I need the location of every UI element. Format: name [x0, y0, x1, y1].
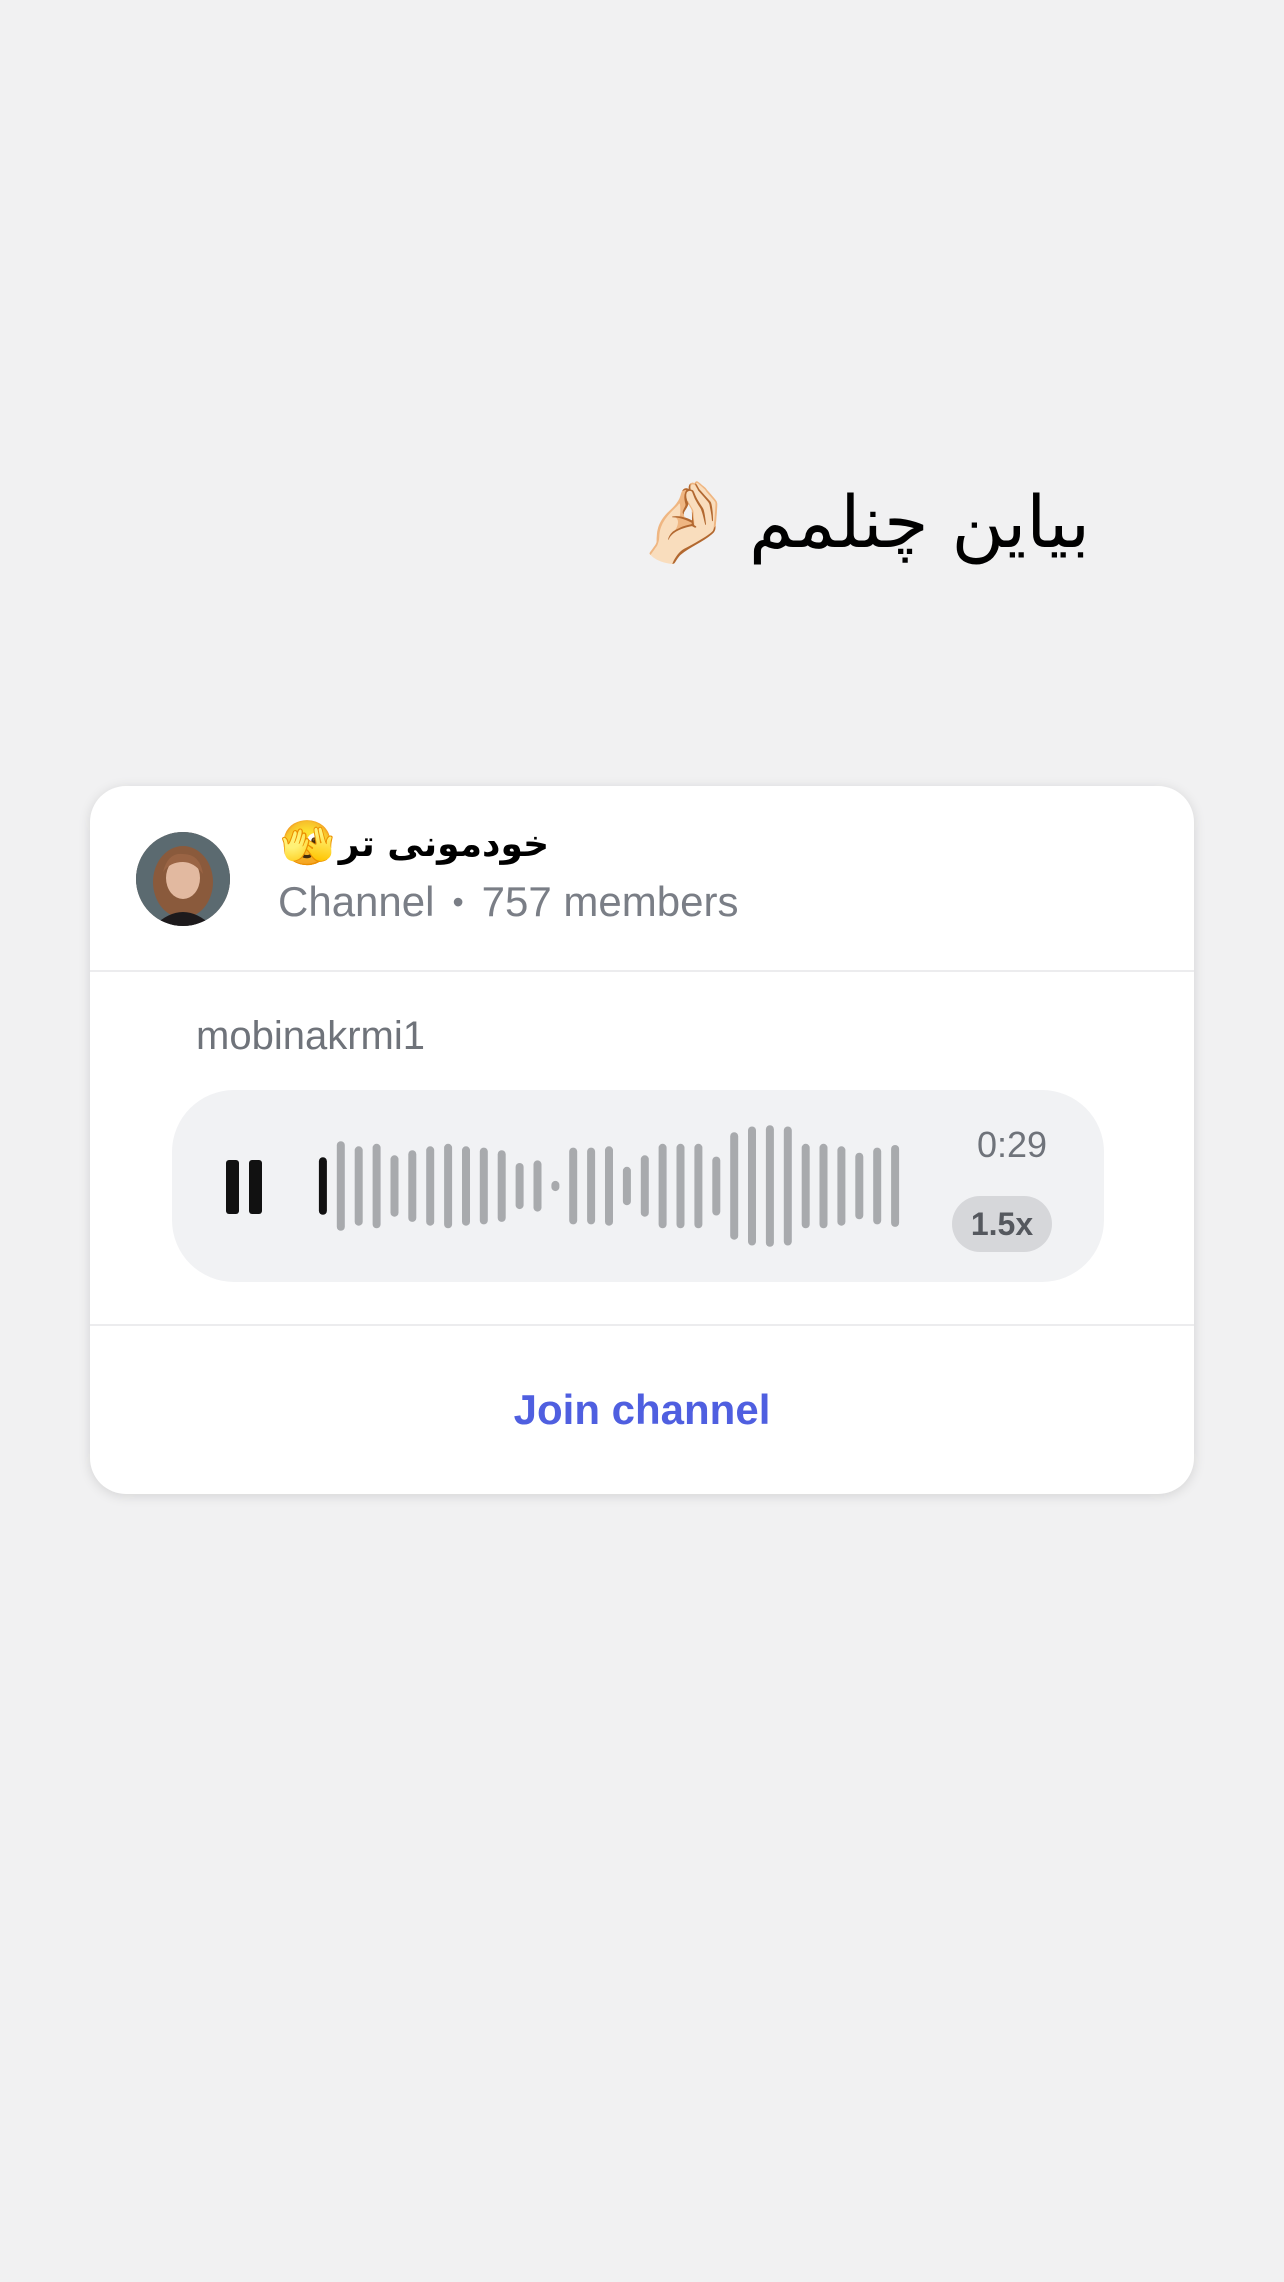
waveform-bar: [712, 1156, 721, 1216]
join-channel-button[interactable]: Join channel: [514, 1386, 771, 1434]
waveform-bar: [676, 1143, 685, 1229]
waveform-bar: [891, 1145, 900, 1227]
playback-speed-button[interactable]: 1.5x: [952, 1196, 1052, 1252]
waveform-bar: [783, 1126, 792, 1246]
pause-bar-left: [226, 1160, 239, 1214]
waveform-bar: [658, 1143, 667, 1229]
channel-avatar[interactable]: [136, 832, 230, 926]
waveform-bar: [318, 1157, 327, 1215]
waveform[interactable]: [314, 1116, 904, 1256]
voice-message[interactable]: 0:29 1.5x: [172, 1090, 1104, 1282]
waveform-bar: [426, 1146, 435, 1226]
channel-name: خودمونی تر: [338, 823, 550, 865]
channel-post-card[interactable]: 🫣 خودمونی تر Channel • 757 members mobin…: [90, 786, 1194, 1494]
waveform-bar: [372, 1143, 381, 1229]
waveform-bar: [551, 1180, 560, 1192]
waveform-bar: [819, 1143, 828, 1229]
waveform-bar: [855, 1152, 864, 1220]
waveform-bar: [462, 1146, 470, 1226]
pinched-fingers-emoji: 🤌🏻: [635, 475, 735, 568]
waveform-bar: [837, 1146, 846, 1226]
channel-title: 🫣 خودمونی تر: [280, 822, 549, 866]
channel-header[interactable]: 🫣 خودمونی تر Channel • 757 members: [90, 786, 1194, 972]
waveform-bar: [515, 1163, 524, 1210]
waveform-bar: [748, 1126, 756, 1246]
story-caption: بیاین چنلمم 🤌🏻: [635, 480, 1090, 564]
profile-photo-icon: [136, 832, 230, 926]
pause-bar-right: [249, 1160, 262, 1214]
waveform-bar: [801, 1143, 810, 1229]
waveform-bar: [730, 1132, 739, 1240]
waveform-bar: [587, 1147, 596, 1225]
member-count: 757 members: [481, 878, 739, 925]
channel-type: Channel: [278, 878, 435, 925]
waveform-bar: [569, 1147, 578, 1225]
caption-text: بیاین چنلمم: [748, 480, 1090, 564]
waveform-bar: [533, 1160, 542, 1212]
face-peeking-emoji: 🫣: [280, 818, 335, 869]
story-view: بیاین چنلمم 🤌🏻 🫣 خودمونی تر Channel • 75…: [0, 0, 1284, 2282]
waveform-bar: [354, 1146, 363, 1226]
waveform-bar: [640, 1155, 649, 1217]
waveform-bar: [444, 1143, 453, 1229]
waveform-bar: [622, 1166, 631, 1206]
waveform-bar: [390, 1155, 399, 1217]
waveform-bar: [497, 1150, 506, 1222]
meta-separator: •: [452, 883, 464, 920]
post-author: mobinakrmi1: [196, 1014, 425, 1058]
voice-duration: 0:29: [976, 1124, 1048, 1165]
card-footer: Join channel: [90, 1324, 1194, 1494]
waveform-bar: [408, 1150, 417, 1222]
waveform-bar: [479, 1147, 488, 1225]
waveform-bar: [605, 1146, 613, 1226]
waveform-bar: [873, 1147, 882, 1225]
waveform-bar: [336, 1141, 345, 1231]
channel-meta: Channel • 757 members: [278, 878, 738, 926]
waveform-bar: [765, 1125, 774, 1247]
waveform-bar: [694, 1143, 703, 1229]
pause-button[interactable]: [226, 1160, 262, 1214]
